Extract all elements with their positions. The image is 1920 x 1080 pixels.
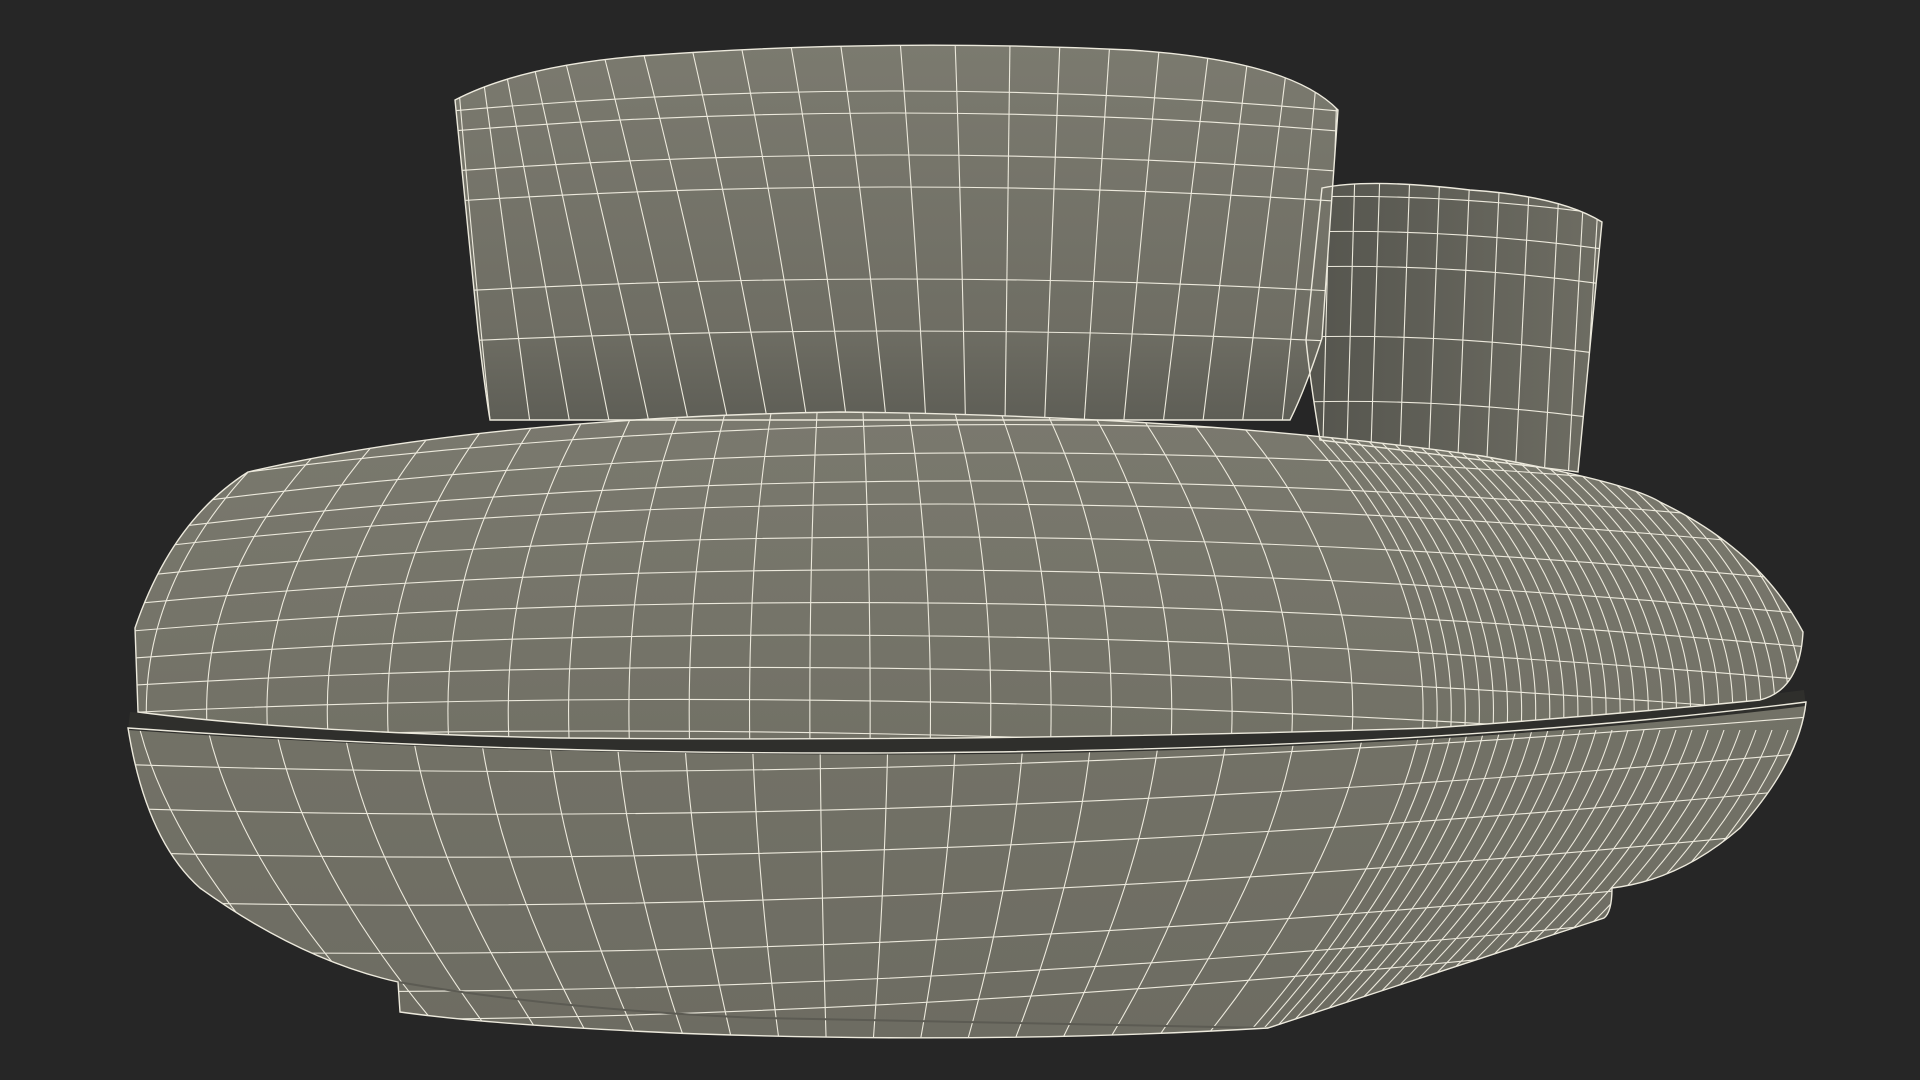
backrest-cushion: [455, 45, 1338, 420]
3d-viewport: [0, 0, 1920, 1080]
side-armrest-cushion: [1306, 183, 1602, 473]
wireframe-model: [127, 44, 1807, 1039]
